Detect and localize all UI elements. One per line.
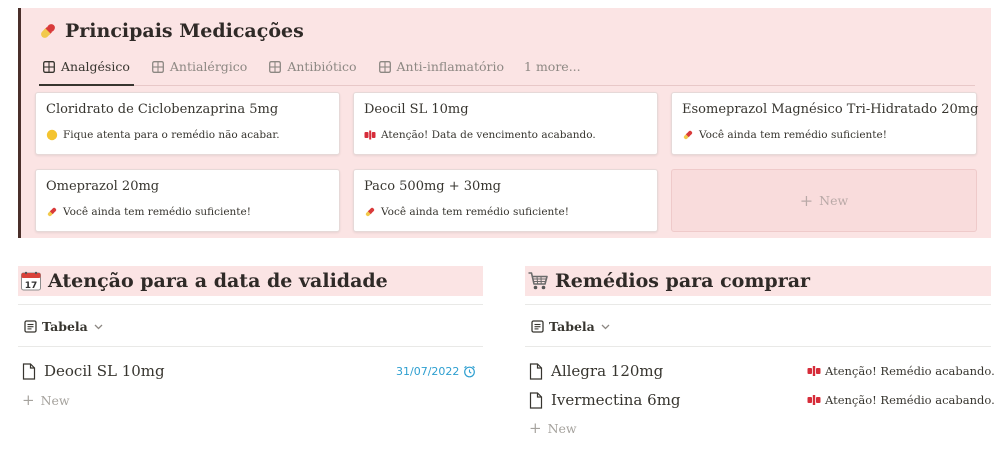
tab-label: Analgésico (61, 59, 130, 74)
new-card-label: New (819, 193, 849, 208)
medication-card[interactable]: Esomeprazol Magnésico Tri-Hidratado 20mg… (671, 92, 979, 155)
row-status: Atenção! Remédio acabando. (807, 387, 995, 413)
section-header: Remédios para comprar (525, 266, 991, 296)
tab-antibiotico[interactable]: Antibiótico (265, 48, 360, 85)
card-status: Você ainda tem remédio suficiente! (364, 206, 569, 218)
calendar-icon: 17 (21, 271, 41, 291)
card-title: Omeprazol 20mg (46, 179, 160, 194)
new-row-label: New (40, 392, 70, 408)
red-pills-icon (807, 395, 821, 405)
validade-section: 17 Atenção para a data de validade Tabel… (18, 266, 483, 446)
red-pills-icon (807, 366, 821, 376)
gallery-icon (378, 60, 391, 73)
card-status: Você ainda tem remédio suficiente! (682, 129, 887, 141)
new-row-label: New (547, 420, 577, 436)
chevron-down-icon (601, 324, 610, 329)
status-text: Atenção! Remédio acabando. (825, 364, 995, 378)
date-value: 31/07/2022 (396, 364, 460, 378)
page-icon (529, 362, 543, 380)
divider (525, 346, 991, 347)
view-label: Tabela (42, 318, 88, 334)
shopping-cart-icon (528, 272, 548, 290)
view-tab-tabela[interactable]: Tabela (24, 314, 104, 338)
card-status-text: Você ainda tem remédio suficiente! (699, 129, 887, 141)
medication-card[interactable]: Deocil SL 10mg Atenção! Data de vencimen… (353, 92, 658, 155)
page-icon (22, 362, 36, 380)
row-title: Allegra 120mg (551, 362, 664, 380)
tab-anti-inflamatorio[interactable]: Anti-inflamatório (375, 48, 509, 85)
medication-card[interactable]: Cloridrato de Ciclobenzaprina 5mg Fique … (35, 92, 340, 155)
tab-analgesico[interactable]: Analgésico (39, 48, 134, 86)
card-status: Fique atenta para o remédio não acabar. (46, 129, 280, 141)
tab-antialergico[interactable]: Antialérgico (148, 48, 251, 85)
more-views-button[interactable]: 1 more... (522, 48, 583, 85)
row-date: 31/07/2022 (396, 358, 476, 384)
card-status-text: Você ainda tem remédio suficiente! (63, 206, 251, 218)
red-pills-icon (364, 130, 376, 140)
view-tab-tabela[interactable]: Tabela (531, 314, 611, 338)
card-status: Atenção! Data de vencimento acabando. (364, 129, 596, 141)
tab-label: Anti-inflamatório (396, 59, 505, 74)
svg-text:17: 17 (25, 281, 38, 291)
medication-card[interactable]: Omeprazol 20mg Você ainda tem remédio su… (35, 169, 340, 232)
pill-icon (683, 130, 693, 140)
view-label: Tabela (549, 318, 595, 334)
card-status-text: Fique atenta para o remédio não acabar. (63, 129, 280, 141)
alarm-clock-icon (464, 365, 476, 377)
new-row-button[interactable]: + New (529, 417, 577, 439)
card-title: Cloridrato de Ciclobenzaprina 5mg (46, 102, 279, 117)
status-text: Atenção! Remédio acabando. (825, 393, 995, 407)
card-title: Deocil SL 10mg (364, 102, 469, 117)
row-title: Ivermectina 6mg (551, 391, 681, 409)
section-title: Remédios para comprar (555, 270, 811, 292)
medications-callout: Principais Medicações Analgésico Antialé… (18, 8, 991, 238)
pill-icon (47, 207, 57, 217)
table-view-icon (24, 319, 37, 333)
divider (525, 304, 991, 305)
card-title: Paco 500mg + 30mg (364, 179, 501, 194)
gallery-icon (151, 60, 164, 73)
section-title: Atenção para a data de validade (48, 270, 388, 292)
plus-icon: + (799, 191, 814, 210)
page-icon (529, 391, 543, 409)
divider (18, 346, 483, 347)
section-header: 17 Atenção para a data de validade (18, 266, 483, 296)
tab-label: Antibiótico (287, 59, 357, 74)
divider (18, 304, 483, 305)
row-status: Atenção! Remédio acabando. (807, 358, 995, 384)
pill-icon (365, 207, 375, 217)
callout-title-row: Principais Medicações (37, 14, 304, 48)
table-row[interactable]: Ivermectina 6mg (529, 387, 681, 413)
card-status: Você ainda tem remédio suficiente! (46, 206, 251, 218)
card-title: Esomeprazol Magnésico Tri-Hidratado 20mg (682, 102, 979, 117)
yellow-circle-icon (46, 129, 58, 141)
plus-icon: + (529, 419, 542, 437)
medication-card[interactable]: Paco 500mg + 30mg Você ainda tem remédio… (353, 169, 658, 232)
card-status-text: Você ainda tem remédio suficiente! (381, 206, 569, 218)
new-row-button[interactable]: + New (22, 389, 70, 411)
tab-label: Antialérgico (169, 59, 248, 74)
card-status-text: Atenção! Data de vencimento acabando. (381, 129, 596, 141)
new-card-button[interactable]: + New (671, 169, 977, 232)
gallery-icon (43, 60, 55, 73)
chevron-down-icon (94, 324, 103, 329)
plus-icon: + (22, 391, 35, 409)
table-row[interactable]: Deocil SL 10mg (22, 358, 165, 384)
gallery-icon (269, 60, 282, 73)
pill-icon (41, 24, 55, 38)
table-row[interactable]: Allegra 120mg (529, 358, 663, 384)
row-title: Deocil SL 10mg (44, 362, 165, 380)
table-view-icon (531, 319, 544, 333)
callout-title: Principais Medicações (65, 20, 304, 42)
database-view-tabs: Analgésico Antialérgico Antibiótico Anti… (39, 48, 975, 86)
comprar-section: Remédios para comprar Tabela Allegra 120… (525, 266, 995, 446)
